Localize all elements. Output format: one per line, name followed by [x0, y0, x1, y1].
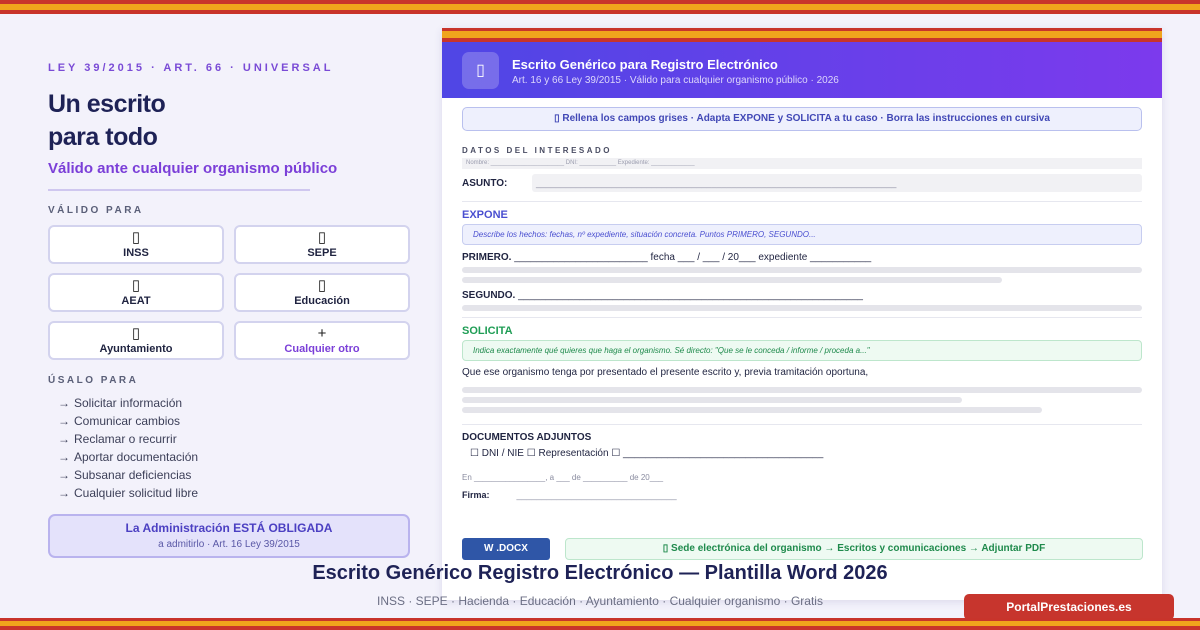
sede-electronica-banner: ▯ Sede electrónica del organismo → Escri…: [565, 538, 1143, 560]
bottom-flag-stripe: [0, 618, 1200, 630]
placeholder-line: [462, 407, 1042, 413]
plus-icon: +: [317, 325, 327, 342]
datos-fields: Nombre: ______________________ DNI: ____…: [462, 158, 1142, 169]
obligation-title: La Administración ESTÁ OBLIGADA: [125, 521, 333, 535]
arrow-icon: →: [58, 396, 70, 410]
asunto-field: ________________________________________…: [532, 174, 1142, 192]
datos-label: DATOS DEL INTERESADO: [462, 146, 613, 155]
placeholder-line: [462, 387, 1142, 393]
list-item: → Aportar documentación: [58, 450, 199, 464]
doc-header: ▯ Escrito Genérico para Registro Electró…: [442, 42, 1162, 98]
headline-line-1: Un escrito: [48, 90, 166, 118]
org-card-sepe: ▯ SEPE: [234, 225, 410, 264]
asunto-row: ASUNTO: ________________________________…: [462, 174, 1142, 192]
solicita-text: Que ese organismo tenga por presentado e…: [462, 367, 869, 378]
org-card-inss: ▯ INSS: [48, 225, 224, 264]
headline-subtitle: Válido ante cualquier organismo público: [48, 160, 338, 177]
top-flag-stripe: [0, 0, 1200, 18]
money-icon: ▯: [131, 277, 141, 294]
firma-line: ________________________________: [516, 490, 677, 500]
document-icon: ▯: [462, 52, 499, 89]
org-label: Ayuntamiento: [99, 343, 173, 355]
org-label: INSS: [123, 247, 149, 259]
org-card-aeat: ▯ AEAT: [48, 273, 224, 312]
doc-subtitle: Art. 16 y 66 Ley 39/2015 · Válido para c…: [512, 75, 839, 86]
list-item: → Solicitar información: [58, 396, 183, 410]
primero-line: PRIMERO. ________________________ fecha …: [462, 252, 872, 263]
list-item: → Reclamar o recurrir: [58, 432, 177, 446]
arrow-icon: →: [58, 486, 70, 500]
expone-heading: EXPONE: [462, 209, 508, 221]
divider: [48, 189, 310, 191]
placeholder-line: [462, 305, 1142, 311]
doc-title: Escrito Genérico para Registro Electróni…: [512, 57, 778, 72]
placeholder-line: [462, 267, 1142, 273]
brand-badge[interactable]: PortalPrestaciones.es: [964, 594, 1174, 620]
headline: Un escrito para todo: [48, 88, 410, 154]
solicita-hint: Indica exactamente qué quieres que haga …: [462, 340, 1142, 361]
documentos-heading: DOCUMENTOS ADJUNTOS: [462, 432, 592, 443]
page-title: Escrito Genérico Registro Electrónico — …: [312, 562, 888, 584]
headline-line-2: para todo: [48, 123, 158, 151]
list-item: → Comunicar cambios: [58, 414, 181, 428]
law-kicker: LEY 39/2015 · ART. 66 · UNIVERSAL: [48, 62, 334, 74]
document-preview: ▯ Escrito Genérico para Registro Electró…: [442, 28, 1162, 600]
org-card-educacion: ▯ Educación: [234, 273, 410, 312]
arrow-icon: →: [58, 432, 70, 446]
left-panel: LEY 39/2015 · ART. 66 · UNIVERSAL Un esc…: [48, 62, 410, 558]
list-item: → Subsanar deficiencias: [58, 468, 192, 482]
doc-footer: W .DOCX ▯ Sede electrónica del organismo…: [462, 538, 1143, 560]
list-item: → Cualquier solicitud libre: [58, 486, 199, 500]
divider: [462, 201, 1142, 202]
place-date-line: En ________________, a ___ de __________…: [462, 473, 664, 482]
org-card-other: + Cualquier otro: [234, 321, 410, 360]
obligation-subtitle: a admitirlo · Art. 16 Ley 39/2015: [158, 539, 300, 550]
download-docx-button[interactable]: W .DOCX: [462, 538, 550, 560]
expone-hint: Describe los hechos: fechas, nº expedien…: [462, 224, 1142, 245]
firma-row: Firma: ________________________________: [462, 490, 1142, 500]
placeholder-line: [462, 277, 1002, 283]
town-hall-icon: ▯: [131, 325, 141, 342]
arrow-icon: →: [58, 414, 70, 428]
instructions-banner: ▯ Rellena los campos grises · Adapta EXP…: [462, 107, 1142, 131]
doc-flag-stripe: [442, 28, 1162, 42]
divider: [462, 424, 1142, 425]
briefcase-icon: ▯: [317, 229, 327, 246]
graduation-icon: ▯: [317, 277, 327, 294]
org-label: SEPE: [307, 247, 337, 259]
placeholder-line: [462, 397, 962, 403]
solicita-heading: SOLICITA: [462, 325, 513, 337]
doc-body: ▯ Rellena los campos grises · Adapta EXP…: [442, 98, 1162, 500]
valid-for-label: VÁLIDO PARA: [48, 205, 144, 216]
arrow-icon: →: [58, 450, 70, 464]
asunto-label: ASUNTO:: [462, 177, 508, 189]
use-for-label: ÚSALO PARA: [48, 375, 139, 386]
documentos-checklist: ☐ DNI / NIE ☐ Representación ☐ _________…: [470, 448, 824, 459]
firma-label: Firma:: [462, 490, 490, 500]
org-label: Educación: [294, 295, 350, 307]
hospital-icon: ▯: [131, 229, 141, 246]
org-label: Cualquier otro: [284, 343, 360, 355]
org-card-ayuntamiento: ▯ Ayuntamiento: [48, 321, 224, 360]
segundo-line: SEGUNDO. _______________________________…: [462, 290, 863, 301]
organism-grid: ▯ INSS ▯ SEPE ▯ AEAT ▯ Educación ▯ Ayunt…: [48, 225, 410, 360]
obligation-box: La Administración ESTÁ OBLIGADA a admiti…: [48, 514, 410, 558]
use-list: → Solicitar información → Comunicar cambio…: [48, 394, 410, 502]
org-label: AEAT: [121, 295, 151, 307]
divider: [462, 317, 1142, 318]
arrow-icon: →: [58, 468, 70, 482]
